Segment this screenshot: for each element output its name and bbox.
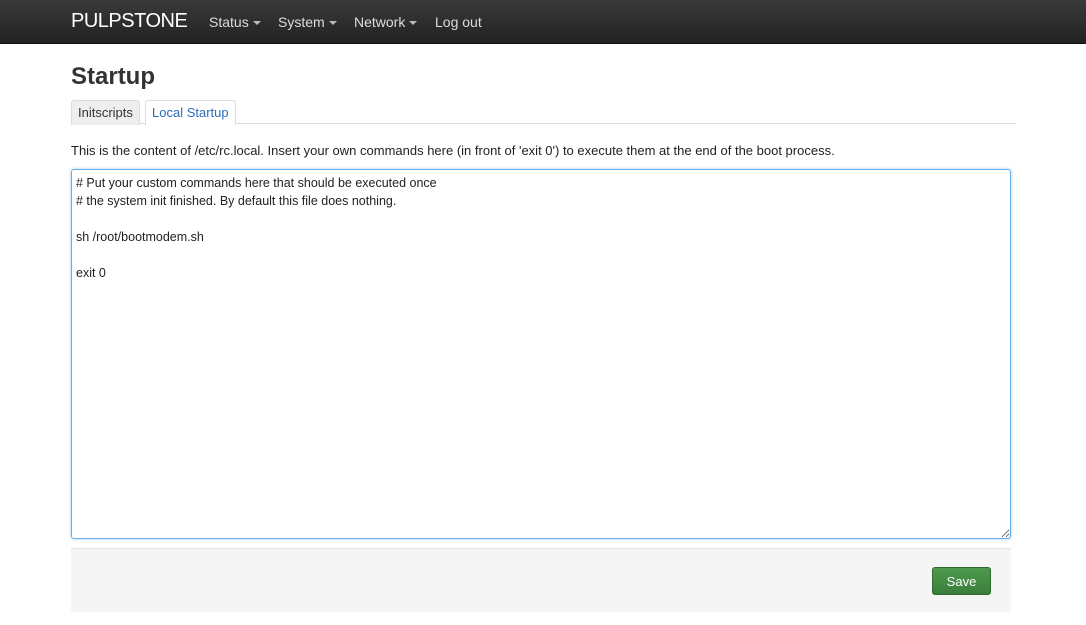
nav-system-menu[interactable]: System: [278, 14, 337, 30]
nav-status-menu[interactable]: Status: [209, 14, 261, 30]
caret-down-icon: [252, 21, 261, 26]
nav-status-label: Status: [209, 14, 249, 30]
tab-initscripts[interactable]: Initscripts: [71, 100, 140, 125]
nav-logout-label: Log out: [435, 14, 482, 30]
caret-down-icon: [328, 21, 337, 26]
page-title: Startup: [71, 63, 155, 90]
nav-logout-link[interactable]: Log out: [435, 14, 482, 30]
nav-network-label: Network: [354, 14, 406, 30]
caret-down-icon: [409, 21, 418, 26]
rc-local-editor[interactable]: [71, 169, 1011, 539]
form-actions-bar: Save: [71, 548, 1011, 612]
tab-local-startup[interactable]: Local Startup: [145, 100, 236, 125]
brand-logo[interactable]: PULPSTONE: [71, 10, 188, 33]
nav-system-label: System: [278, 14, 325, 30]
tab-bar: Initscripts Local Startup: [71, 100, 1016, 125]
rc-local-description: This is the content of /etc/rc.local. In…: [71, 143, 835, 158]
nav-network-menu[interactable]: Network: [354, 14, 418, 30]
save-button[interactable]: Save: [932, 567, 991, 595]
top-navbar: PULPSTONE Status System Network Log out: [0, 0, 1086, 44]
